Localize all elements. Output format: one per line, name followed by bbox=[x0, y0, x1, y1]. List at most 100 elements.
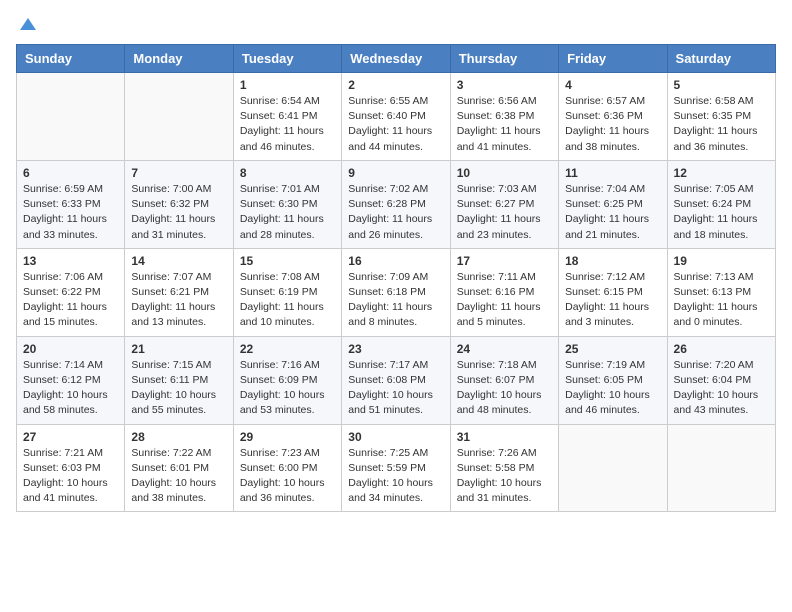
day-info: Sunrise: 7:04 AM Sunset: 6:25 PM Dayligh… bbox=[565, 182, 660, 243]
day-info: Sunrise: 7:21 AM Sunset: 6:03 PM Dayligh… bbox=[23, 446, 118, 507]
day-number: 6 bbox=[23, 166, 118, 180]
calendar-cell bbox=[559, 424, 667, 512]
weekday-header: Saturday bbox=[667, 45, 775, 73]
calendar-cell: 3 Sunrise: 6:56 AM Sunset: 6:38 PM Daylig… bbox=[450, 73, 558, 161]
day-info: Sunrise: 6:59 AM Sunset: 6:33 PM Dayligh… bbox=[23, 182, 118, 243]
day-info: Sunrise: 6:57 AM Sunset: 6:36 PM Dayligh… bbox=[565, 94, 660, 155]
day-number: 14 bbox=[131, 254, 226, 268]
calendar-cell: 11 Sunrise: 7:04 AM Sunset: 6:25 PM Dayli… bbox=[559, 160, 667, 248]
day-info: Sunrise: 7:22 AM Sunset: 6:01 PM Dayligh… bbox=[131, 446, 226, 507]
day-number: 27 bbox=[23, 430, 118, 444]
calendar-cell: 16 Sunrise: 7:09 AM Sunset: 6:18 PM Dayli… bbox=[342, 248, 450, 336]
day-info: Sunrise: 7:11 AM Sunset: 6:16 PM Dayligh… bbox=[457, 270, 552, 331]
calendar-cell: 12 Sunrise: 7:05 AM Sunset: 6:24 PM Dayli… bbox=[667, 160, 775, 248]
calendar-cell: 18Sunrise: 7:12 AM Sunset: 6:15 PM Dayli… bbox=[559, 248, 667, 336]
day-info: Sunrise: 6:56 AM Sunset: 6:38 PM Dayligh… bbox=[457, 94, 552, 155]
calendar-cell: 15 Sunrise: 7:08 AM Sunset: 6:19 PM Dayli… bbox=[233, 248, 341, 336]
day-info: Sunrise: 7:07 AM Sunset: 6:21 PM Dayligh… bbox=[131, 270, 226, 331]
day-number: 29 bbox=[240, 430, 335, 444]
day-number: 19 bbox=[674, 254, 769, 268]
calendar-cell: 13 Sunrise: 7:06 AM Sunset: 6:22 PM Dayli… bbox=[17, 248, 125, 336]
day-number: 8 bbox=[240, 166, 335, 180]
weekday-header: Sunday bbox=[17, 45, 125, 73]
calendar-week-row: 13 Sunrise: 7:06 AM Sunset: 6:22 PM Dayli… bbox=[17, 248, 776, 336]
day-info: Sunrise: 7:00 AM Sunset: 6:32 PM Dayligh… bbox=[131, 182, 226, 243]
calendar-cell: 6 Sunrise: 6:59 AM Sunset: 6:33 PM Daylig… bbox=[17, 160, 125, 248]
day-info: Sunrise: 7:20 AM Sunset: 6:04 PM Dayligh… bbox=[674, 358, 769, 419]
calendar-week-row: 6 Sunrise: 6:59 AM Sunset: 6:33 PM Daylig… bbox=[17, 160, 776, 248]
calendar-cell: 23 Sunrise: 7:17 AM Sunset: 6:08 PM Dayli… bbox=[342, 336, 450, 424]
day-number: 7 bbox=[131, 166, 226, 180]
day-info: Sunrise: 7:06 AM Sunset: 6:22 PM Dayligh… bbox=[23, 270, 118, 331]
weekday-header-row: SundayMondayTuesdayWednesdayThursdayFrid… bbox=[17, 45, 776, 73]
day-info: Sunrise: 7:23 AM Sunset: 6:00 PM Dayligh… bbox=[240, 446, 335, 507]
day-number: 30 bbox=[348, 430, 443, 444]
day-info: Sunrise: 7:08 AM Sunset: 6:19 PM Dayligh… bbox=[240, 270, 335, 331]
day-info: Sunrise: 6:55 AM Sunset: 6:40 PM Dayligh… bbox=[348, 94, 443, 155]
weekday-header: Thursday bbox=[450, 45, 558, 73]
calendar-cell: 27 Sunrise: 7:21 AM Sunset: 6:03 PM Dayli… bbox=[17, 424, 125, 512]
day-number: 11 bbox=[565, 166, 660, 180]
day-number: 26 bbox=[674, 342, 769, 356]
calendar-table: SundayMondayTuesdayWednesdayThursdayFrid… bbox=[16, 44, 776, 512]
logo bbox=[16, 16, 38, 32]
calendar-cell: 5Sunrise: 6:58 AM Sunset: 6:35 PM Daylig… bbox=[667, 73, 775, 161]
day-number: 13 bbox=[23, 254, 118, 268]
day-info: Sunrise: 7:12 AM Sunset: 6:15 PM Dayligh… bbox=[565, 270, 660, 331]
calendar-cell: 25 Sunrise: 7:19 AM Sunset: 6:05 PM Dayli… bbox=[559, 336, 667, 424]
calendar-cell: 1Sunrise: 6:54 AM Sunset: 6:41 PM Daylig… bbox=[233, 73, 341, 161]
weekday-header: Wednesday bbox=[342, 45, 450, 73]
calendar-cell bbox=[125, 73, 233, 161]
calendar-week-row: 1Sunrise: 6:54 AM Sunset: 6:41 PM Daylig… bbox=[17, 73, 776, 161]
calendar-cell: 30 Sunrise: 7:25 AM Sunset: 5:59 PM Dayli… bbox=[342, 424, 450, 512]
calendar-cell bbox=[667, 424, 775, 512]
calendar-cell: 28 Sunrise: 7:22 AM Sunset: 6:01 PM Dayli… bbox=[125, 424, 233, 512]
day-number: 25 bbox=[565, 342, 660, 356]
day-number: 12 bbox=[674, 166, 769, 180]
day-info: Sunrise: 7:17 AM Sunset: 6:08 PM Dayligh… bbox=[348, 358, 443, 419]
calendar-cell: 21Sunrise: 7:15 AM Sunset: 6:11 PM Dayli… bbox=[125, 336, 233, 424]
day-info: Sunrise: 7:02 AM Sunset: 6:28 PM Dayligh… bbox=[348, 182, 443, 243]
day-info: Sunrise: 6:54 AM Sunset: 6:41 PM Dayligh… bbox=[240, 94, 335, 155]
calendar-week-row: 27 Sunrise: 7:21 AM Sunset: 6:03 PM Dayli… bbox=[17, 424, 776, 512]
calendar-cell: 8 Sunrise: 7:01 AM Sunset: 6:30 PM Daylig… bbox=[233, 160, 341, 248]
day-number: 15 bbox=[240, 254, 335, 268]
day-info: Sunrise: 7:13 AM Sunset: 6:13 PM Dayligh… bbox=[674, 270, 769, 331]
calendar-cell: 7 Sunrise: 7:00 AM Sunset: 6:32 PM Daylig… bbox=[125, 160, 233, 248]
calendar-cell: 19 Sunrise: 7:13 AM Sunset: 6:13 PM Dayli… bbox=[667, 248, 775, 336]
calendar-cell: 17 Sunrise: 7:11 AM Sunset: 6:16 PM Dayli… bbox=[450, 248, 558, 336]
day-number: 31 bbox=[457, 430, 552, 444]
day-number: 24 bbox=[457, 342, 552, 356]
calendar-cell: 20 Sunrise: 7:14 AM Sunset: 6:12 PM Dayli… bbox=[17, 336, 125, 424]
day-number: 23 bbox=[348, 342, 443, 356]
day-number: 20 bbox=[23, 342, 118, 356]
day-number: 22 bbox=[240, 342, 335, 356]
calendar-cell: 14 Sunrise: 7:07 AM Sunset: 6:21 PM Dayli… bbox=[125, 248, 233, 336]
calendar-cell: 9 Sunrise: 7:02 AM Sunset: 6:28 PM Daylig… bbox=[342, 160, 450, 248]
day-info: Sunrise: 7:19 AM Sunset: 6:05 PM Dayligh… bbox=[565, 358, 660, 419]
page-header bbox=[16, 16, 776, 32]
calendar-cell: 2 Sunrise: 6:55 AM Sunset: 6:40 PM Daylig… bbox=[342, 73, 450, 161]
day-info: Sunrise: 7:09 AM Sunset: 6:18 PM Dayligh… bbox=[348, 270, 443, 331]
day-number: 2 bbox=[348, 78, 443, 92]
calendar-cell: 26 Sunrise: 7:20 AM Sunset: 6:04 PM Dayli… bbox=[667, 336, 775, 424]
day-info: Sunrise: 7:01 AM Sunset: 6:30 PM Dayligh… bbox=[240, 182, 335, 243]
day-info: Sunrise: 7:18 AM Sunset: 6:07 PM Dayligh… bbox=[457, 358, 552, 419]
day-number: 5 bbox=[674, 78, 769, 92]
weekday-header: Monday bbox=[125, 45, 233, 73]
calendar-cell: 10Sunrise: 7:03 AM Sunset: 6:27 PM Dayli… bbox=[450, 160, 558, 248]
day-info: Sunrise: 7:16 AM Sunset: 6:09 PM Dayligh… bbox=[240, 358, 335, 419]
day-info: Sunrise: 7:05 AM Sunset: 6:24 PM Dayligh… bbox=[674, 182, 769, 243]
day-number: 3 bbox=[457, 78, 552, 92]
calendar-cell bbox=[17, 73, 125, 161]
day-info: Sunrise: 7:26 AM Sunset: 5:58 PM Dayligh… bbox=[457, 446, 552, 507]
weekday-header: Friday bbox=[559, 45, 667, 73]
day-info: Sunrise: 7:14 AM Sunset: 6:12 PM Dayligh… bbox=[23, 358, 118, 419]
day-number: 9 bbox=[348, 166, 443, 180]
day-info: Sunrise: 7:25 AM Sunset: 5:59 PM Dayligh… bbox=[348, 446, 443, 507]
calendar-cell: 29 Sunrise: 7:23 AM Sunset: 6:00 PM Dayli… bbox=[233, 424, 341, 512]
weekday-header: Tuesday bbox=[233, 45, 341, 73]
day-number: 16 bbox=[348, 254, 443, 268]
day-number: 17 bbox=[457, 254, 552, 268]
day-number: 28 bbox=[131, 430, 226, 444]
